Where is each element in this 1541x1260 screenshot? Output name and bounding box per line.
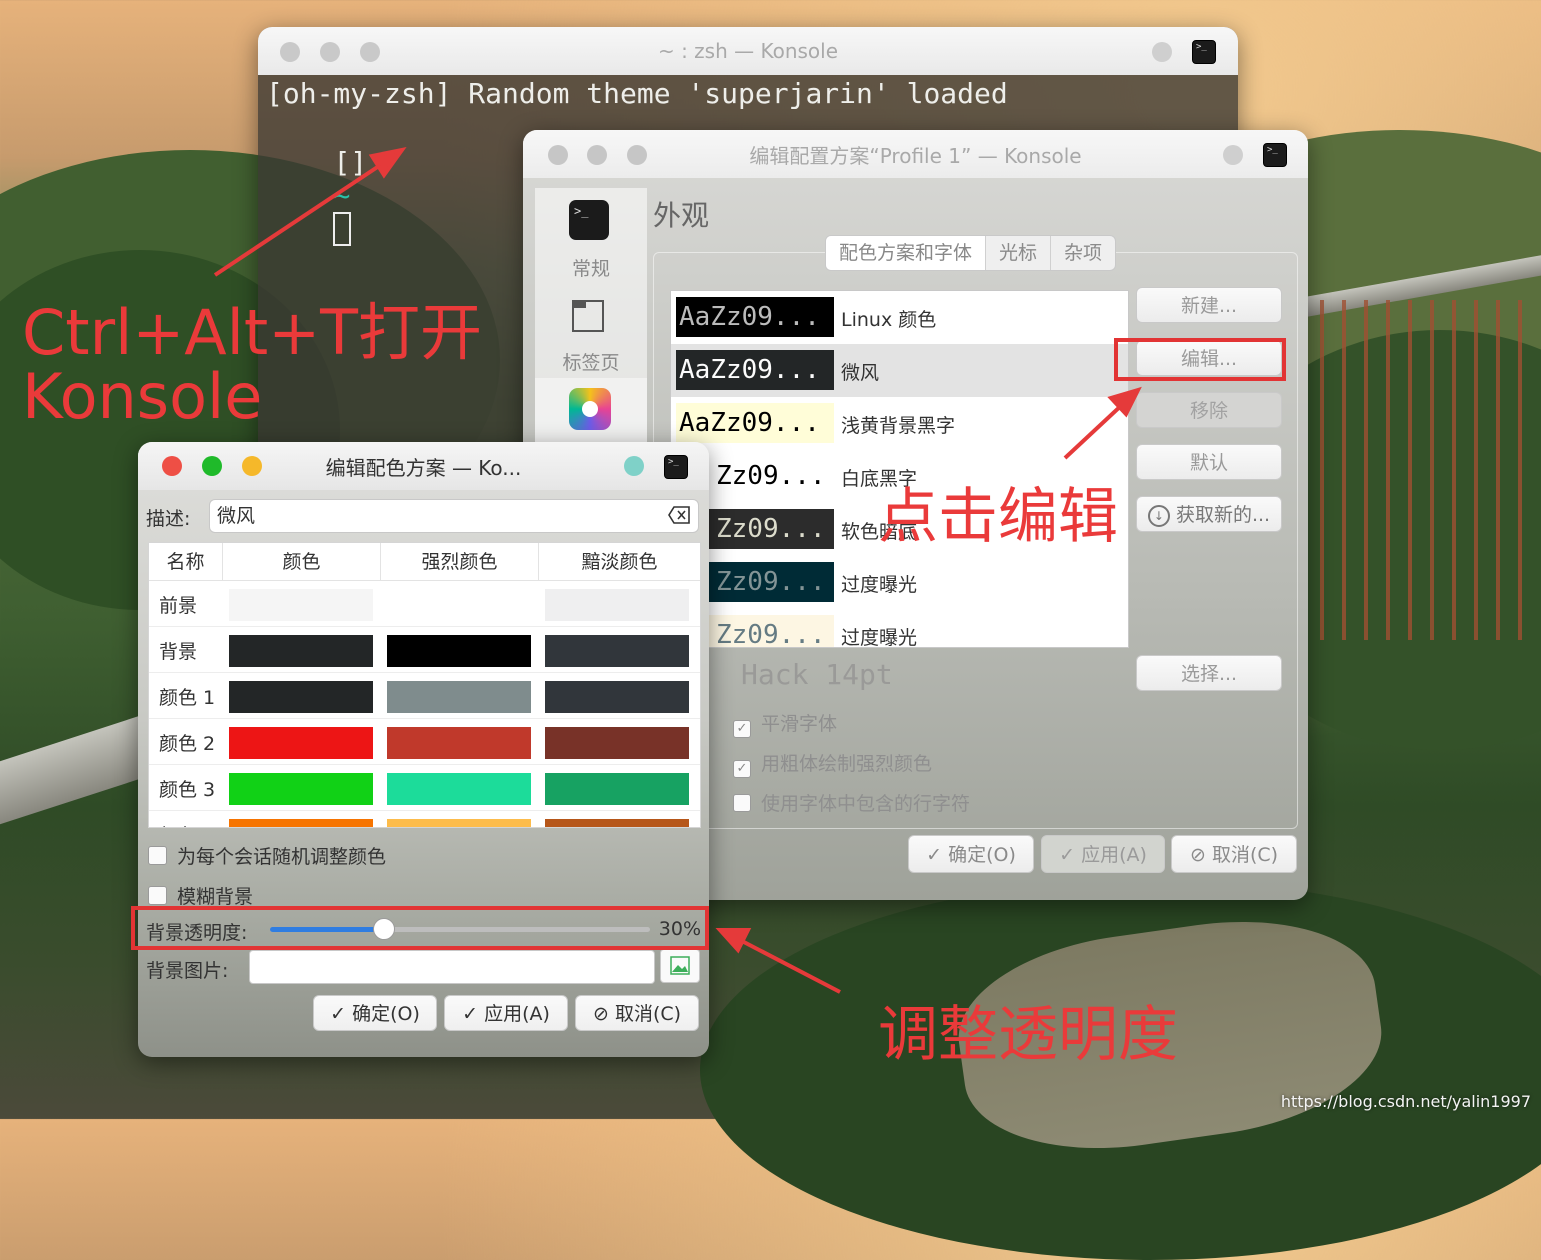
annotation-click-edit: 点击编辑 [878, 482, 1118, 552]
watermark: https://blog.csdn.net/yalin1997 [1280, 1092, 1531, 1111]
annotation-adjust-opacity: 调整透明度 [878, 1000, 1178, 1070]
highlight-opacity-row [131, 906, 709, 950]
annotation-open-konsole-line2: Konsole [22, 360, 263, 433]
annotation-arrows [213, 147, 1142, 994]
annotation-open-konsole-line1: Ctrl+Alt+T打开 [22, 296, 483, 369]
highlight-edit-button [1114, 338, 1286, 381]
